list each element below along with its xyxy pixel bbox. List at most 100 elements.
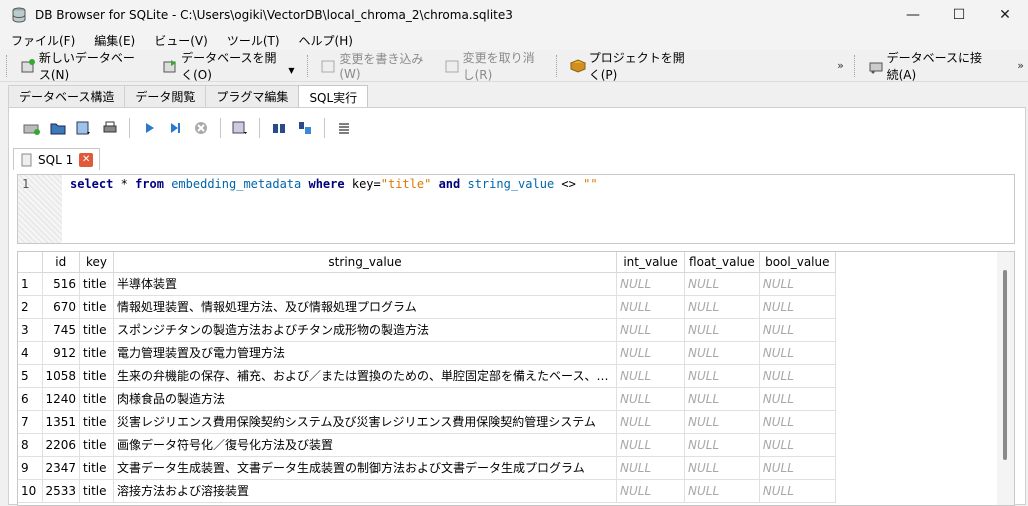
- float-value-cell[interactable]: NULL: [684, 341, 760, 365]
- key-cell[interactable]: title: [79, 364, 115, 388]
- scrollbar-thumb[interactable]: [1003, 270, 1007, 460]
- bool-value-cell[interactable]: NULL: [759, 295, 836, 319]
- open-database-button[interactable]: データベースを開く(O) ▼: [156, 51, 300, 82]
- sql-editor-tab[interactable]: SQL 1 ✕: [13, 148, 101, 170]
- id-cell[interactable]: 670: [42, 295, 81, 319]
- int-value-cell[interactable]: NULL: [616, 410, 686, 434]
- find-replace-button[interactable]: [292, 116, 318, 140]
- row-number-cell[interactable]: 5: [18, 364, 43, 388]
- close-tab-icon[interactable]: ✕: [79, 152, 94, 167]
- comment-button[interactable]: [331, 116, 357, 140]
- string-value-cell[interactable]: 災害レジリエンス費用保険契約システム及び災害レジリエンス費用保険契約管理システム: [113, 410, 618, 434]
- float-value-cell[interactable]: NULL: [684, 410, 760, 434]
- menu-help[interactable]: ヘルプ(H): [288, 32, 361, 49]
- int-value-cell[interactable]: NULL: [616, 387, 686, 411]
- id-cell[interactable]: 745: [42, 318, 81, 342]
- float-value-cell[interactable]: NULL: [684, 364, 760, 388]
- float-value-cell[interactable]: NULL: [684, 387, 760, 411]
- close-window-button[interactable]: ✕: [982, 0, 1028, 30]
- float-value-cell[interactable]: NULL: [684, 295, 760, 319]
- minimize-button[interactable]: —: [890, 0, 936, 30]
- row-number-cell[interactable]: 4: [18, 341, 43, 365]
- id-cell[interactable]: 2206: [42, 433, 81, 457]
- key-cell[interactable]: title: [79, 410, 115, 434]
- row-number-cell[interactable]: 10: [18, 479, 43, 503]
- vertical-scrollbar[interactable]: [997, 252, 1014, 505]
- table-row[interactable]: 9 2347 title 文書データ生成装置、文書データ生成装置の制御方法および文書デ…: [18, 456, 836, 480]
- table-row[interactable]: 6 1240 title 肉様食品の製造方法 NULL NULL NULL: [18, 387, 836, 411]
- id-cell[interactable]: 1240: [42, 387, 81, 411]
- string-value-cell[interactable]: 電力管理装置及び電力管理方法: [113, 341, 618, 365]
- save-results-button[interactable]: [227, 116, 253, 140]
- sql-editor[interactable]: 1 select * from embedding_metadata where…: [17, 174, 1015, 244]
- menu-view[interactable]: ビュー(V): [143, 32, 216, 49]
- table-row[interactable]: 5 1058 title 生来の弁機能の保存、補充、および／または置換のための、単腔固…: [18, 364, 836, 388]
- bool-value-cell[interactable]: NULL: [759, 341, 836, 365]
- float-value-cell[interactable]: NULL: [684, 479, 760, 503]
- maximize-button[interactable]: ☐: [936, 0, 982, 30]
- id-cell[interactable]: 1351: [42, 410, 81, 434]
- col-header-string-value[interactable]: string_value: [113, 252, 618, 273]
- id-cell[interactable]: 2347: [42, 456, 81, 480]
- table-row[interactable]: 3 745 title スポンジチタンの製造方法およびチタン成形物の製造方法 NULL N…: [18, 318, 836, 342]
- dropdown-arrow-icon[interactable]: ▼: [288, 66, 294, 75]
- col-header-key[interactable]: key: [79, 252, 115, 273]
- string-value-cell[interactable]: 情報処理装置、情報処理方法、及び情報処理プログラム: [113, 295, 618, 319]
- int-value-cell[interactable]: NULL: [616, 456, 686, 480]
- key-cell[interactable]: title: [79, 387, 115, 411]
- revert-changes-button[interactable]: 変更を取り消し(R): [438, 51, 550, 82]
- float-value-cell[interactable]: NULL: [684, 272, 760, 296]
- connect-database-button[interactable]: データベースに接続(A): [862, 51, 994, 82]
- write-changes-button[interactable]: 変更を書き込み(W): [314, 52, 429, 81]
- tab-execute-sql[interactable]: SQL実行: [298, 85, 369, 108]
- string-value-cell[interactable]: 生来の弁機能の保存、補充、および／または置換のための、単腔固定部を備えたベース、…: [113, 364, 618, 388]
- float-value-cell[interactable]: NULL: [684, 318, 760, 342]
- bool-value-cell[interactable]: NULL: [759, 272, 836, 296]
- menu-file[interactable]: ファイル(F): [0, 32, 83, 49]
- menu-tools[interactable]: ツール(T): [216, 32, 288, 49]
- col-header-int-value[interactable]: int_value: [616, 252, 686, 273]
- key-cell[interactable]: title: [79, 433, 115, 457]
- toolbar-overflow-button-2[interactable]: »: [1013, 59, 1028, 72]
- stop-execution-button[interactable]: [188, 116, 214, 140]
- save-sql-button[interactable]: [71, 116, 97, 140]
- int-value-cell[interactable]: NULL: [616, 341, 686, 365]
- string-value-cell[interactable]: 半導体装置: [113, 272, 618, 296]
- open-project-button[interactable]: プロジェクトを開く(P): [564, 51, 695, 82]
- col-header-bool-value[interactable]: bool_value: [759, 252, 836, 273]
- row-number-cell[interactable]: 6: [18, 387, 43, 411]
- new-database-button[interactable]: 新しいデータベース(N): [14, 51, 146, 82]
- open-tab-button[interactable]: [19, 116, 45, 140]
- string-value-cell[interactable]: 肉様食品の製造方法: [113, 387, 618, 411]
- id-cell[interactable]: 1058: [42, 364, 81, 388]
- execute-line-button[interactable]: [162, 116, 188, 140]
- bool-value-cell[interactable]: NULL: [759, 387, 836, 411]
- bool-value-cell[interactable]: NULL: [759, 479, 836, 503]
- bool-value-cell[interactable]: NULL: [759, 433, 836, 457]
- print-button[interactable]: [97, 116, 123, 140]
- id-cell[interactable]: 2533: [42, 479, 81, 503]
- id-cell[interactable]: 516: [42, 272, 81, 296]
- row-number-cell[interactable]: 9: [18, 456, 43, 480]
- bool-value-cell[interactable]: NULL: [759, 364, 836, 388]
- col-header-float-value[interactable]: float_value: [684, 252, 760, 273]
- sql-code[interactable]: select * from embedding_metadata where k…: [70, 177, 598, 191]
- string-value-cell[interactable]: スポンジチタンの製造方法およびチタン成形物の製造方法: [113, 318, 618, 342]
- results-grid[interactable]: id key string_value int_value float_valu…: [17, 251, 1015, 506]
- row-number-cell[interactable]: 7: [18, 410, 43, 434]
- bool-value-cell[interactable]: NULL: [759, 318, 836, 342]
- execute-all-button[interactable]: [136, 116, 162, 140]
- menu-edit[interactable]: 編集(E): [83, 32, 143, 49]
- bool-value-cell[interactable]: NULL: [759, 456, 836, 480]
- table-row[interactable]: 8 2206 title 画像データ符号化／復号化方法及び装置 NULL NULL NULL: [18, 433, 836, 457]
- open-sql-file-button[interactable]: [45, 116, 71, 140]
- int-value-cell[interactable]: NULL: [616, 364, 686, 388]
- tab-database-structure[interactable]: データベース構造: [8, 85, 126, 107]
- bool-value-cell[interactable]: NULL: [759, 410, 836, 434]
- int-value-cell[interactable]: NULL: [616, 272, 686, 296]
- key-cell[interactable]: title: [79, 318, 115, 342]
- row-number-cell[interactable]: 3: [18, 318, 43, 342]
- int-value-cell[interactable]: NULL: [616, 479, 686, 503]
- string-value-cell[interactable]: 文書データ生成装置、文書データ生成装置の制御方法および文書データ生成プログラム: [113, 456, 618, 480]
- col-header-id[interactable]: id: [42, 252, 81, 273]
